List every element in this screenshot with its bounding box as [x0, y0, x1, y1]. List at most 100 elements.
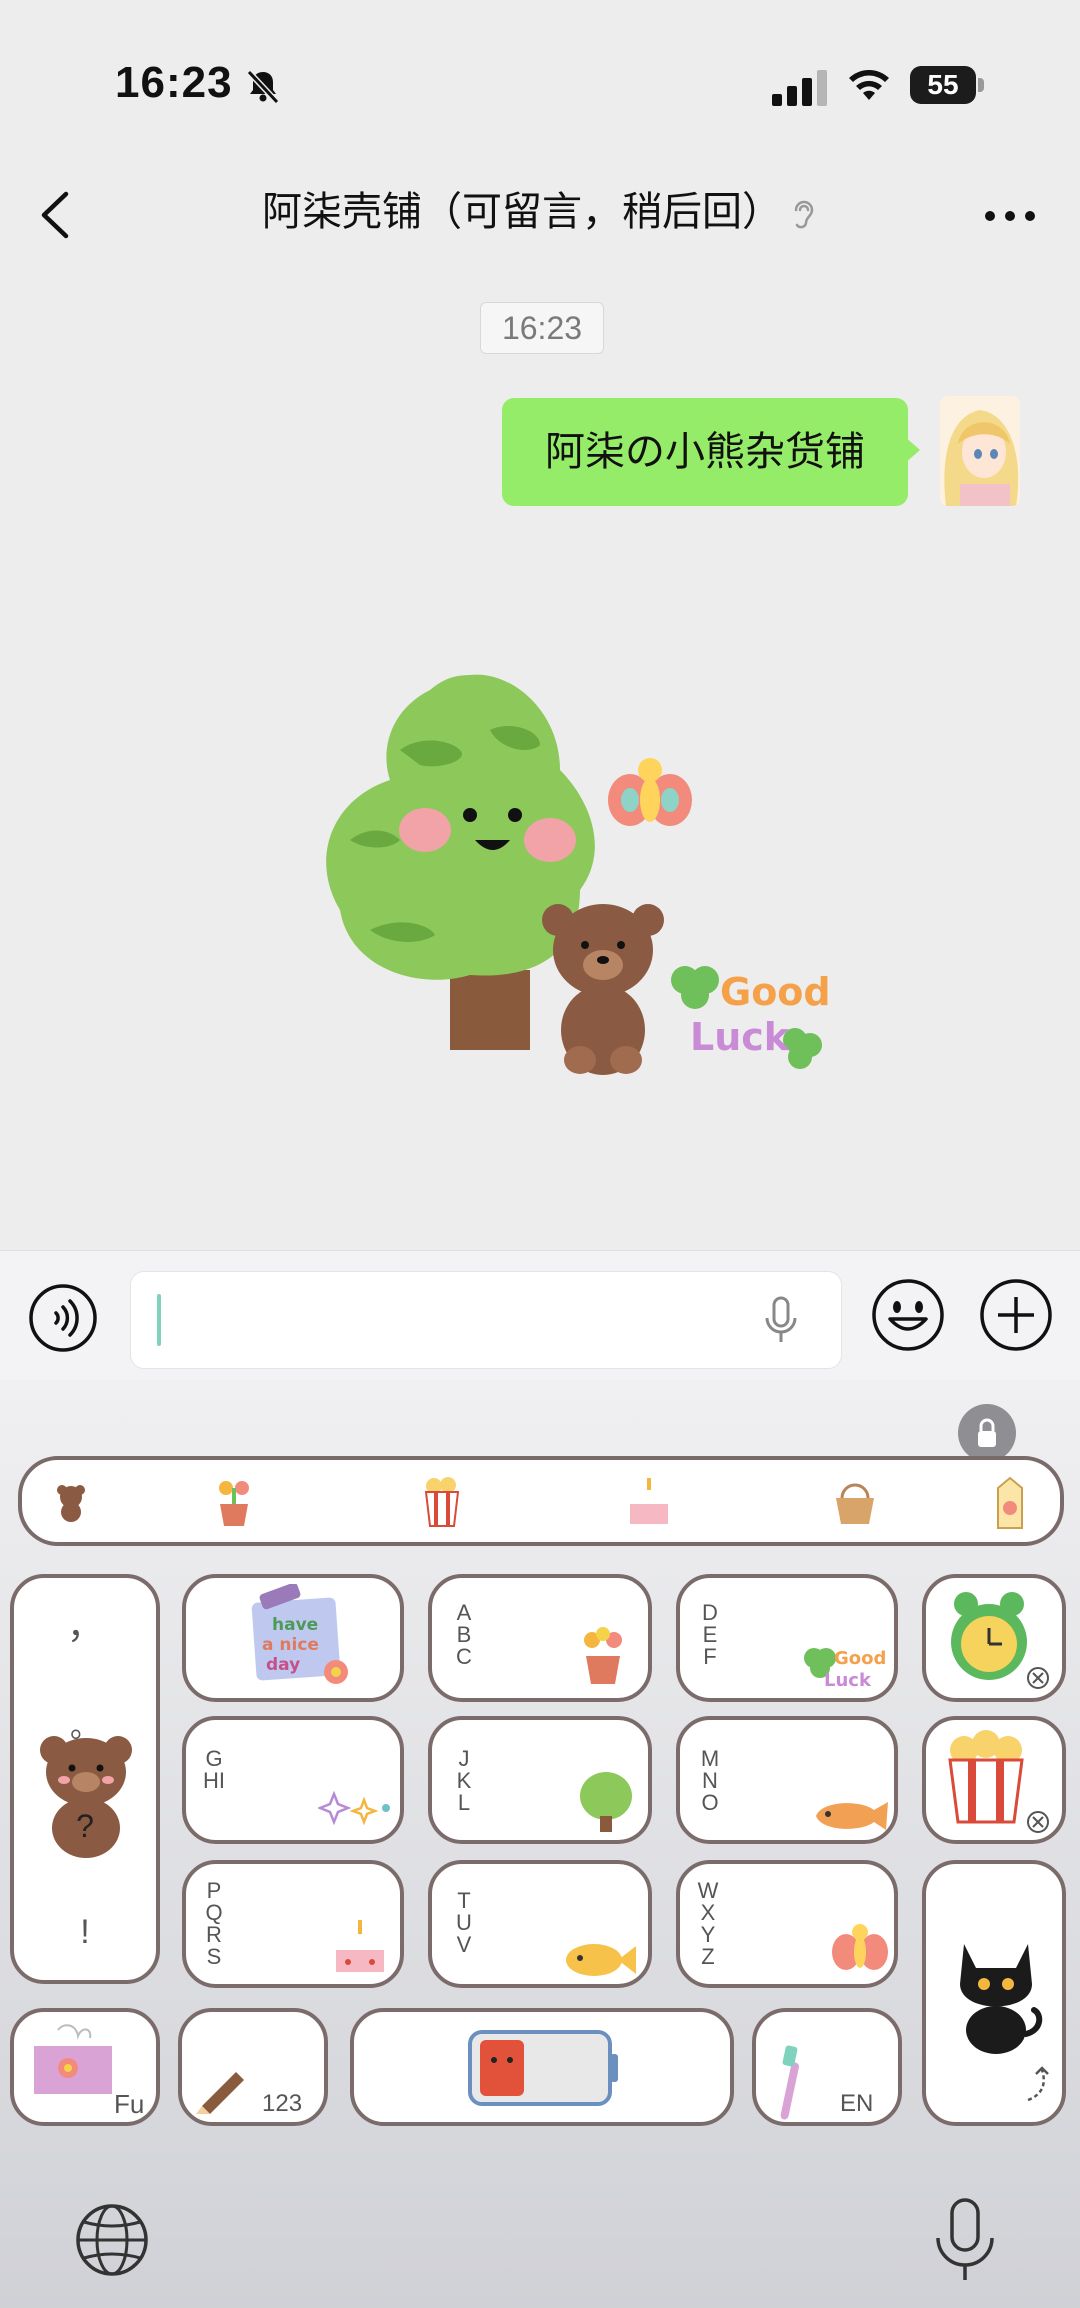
return-arrow-icon — [1027, 2066, 1049, 2102]
svg-text:Luck: Luck — [824, 1670, 872, 1691]
key-tuv[interactable]: TUV — [428, 1860, 652, 1988]
message-text: 阿柒の小熊杂货铺 — [545, 430, 865, 474]
pencil-icon — [196, 2072, 244, 2114]
key-en[interactable]: EN — [752, 2008, 902, 2126]
black-cat-icon — [960, 1944, 1043, 2054]
tissue-box-icon — [34, 2024, 112, 2094]
key-en-label: EN — [840, 2090, 874, 2117]
delete-icon — [1027, 1667, 1049, 1689]
frog-clock-icon — [951, 1592, 1027, 1680]
key-def-label: DEF — [702, 1600, 718, 1669]
butterfly-icon — [832, 1924, 888, 1970]
svg-text:a nice: a nice — [262, 1635, 319, 1655]
key-abc-label: ABC — [456, 1600, 472, 1669]
chat-title-text: 阿柒壳铺（可留言，稍后回） — [262, 190, 782, 234]
luck-text: Luck — [690, 1015, 790, 1059]
nav-bar: 阿柒壳铺（可留言，稍后回） — [0, 160, 1080, 270]
key-jkl-label: JKL — [456, 1746, 472, 1815]
taiyaki-icon — [816, 1802, 888, 1830]
chat-title[interactable]: 阿柒壳铺（可留言，稍后回） — [200, 182, 880, 242]
avatar[interactable] — [940, 396, 1020, 506]
toothbrush-icon — [780, 2045, 799, 2120]
lock-icon — [978, 1418, 996, 1447]
punct-exclaim: ! — [80, 1913, 90, 1951]
strip-cake-sticker[interactable] — [626, 1474, 672, 1528]
key-fu[interactable]: Fu — [10, 2008, 160, 2126]
keyboard-lock-button[interactable] — [958, 1404, 1016, 1462]
message-input[interactable] — [130, 1271, 842, 1369]
key-123-label: 123 — [262, 2090, 303, 2117]
key-pqrs[interactable]: PQRS — [182, 1860, 404, 1988]
plus-icon[interactable] — [978, 1277, 1054, 1353]
note-sticker-icon: have a nice day — [251, 1584, 348, 1684]
key-delete-popcorn[interactable] — [922, 1716, 1066, 1844]
battery-icon: 55 — [910, 66, 988, 106]
tree-icon — [580, 1772, 632, 1832]
key-mno[interactable]: MNO — [676, 1716, 898, 1844]
chevron-left-icon[interactable] — [36, 188, 76, 242]
strip-bear-sticker[interactable] — [56, 1482, 86, 1522]
message-bubble-text[interactable]: 阿柒の小熊杂货铺 — [502, 398, 908, 506]
key-wxyz-label: WXYZ — [697, 1878, 719, 1969]
punct-comma: ， — [66, 1605, 103, 1646]
key-enter-cat[interactable] — [922, 1860, 1066, 2126]
bubble-tail — [904, 436, 920, 464]
status-bar: 16:23 55 — [0, 0, 1080, 160]
sparkle-icon — [318, 1790, 390, 1826]
punctuation-key[interactable]: ， 。 ? ! — [10, 1574, 160, 1984]
space-key[interactable] — [350, 2008, 734, 2126]
signal-icon — [772, 70, 827, 106]
battery-sticker-icon — [468, 2030, 618, 2106]
battery-level: 55 — [927, 69, 959, 100]
key-ghi[interactable]: GHI — [182, 1716, 404, 1844]
sticker-suggestion-strip[interactable] — [18, 1456, 1064, 1546]
svg-text:day: day — [266, 1655, 300, 1675]
good-luck-icon: Good Luck — [804, 1648, 886, 1691]
message-timestamp: 16:23 — [480, 302, 604, 354]
chat-area[interactable]: 16:23 阿柒の小熊杂货铺 Good Luck — [0, 270, 1080, 1250]
strip-flower-pot-sticker[interactable] — [214, 1476, 254, 1528]
globe-icon[interactable] — [72, 2200, 152, 2280]
punct-question: ? — [76, 1808, 94, 1844]
key-mno-label: MNO — [700, 1746, 720, 1815]
key-delete-frog[interactable] — [922, 1574, 1066, 1702]
keyboard: ， 。 ? ! have a nice day ABC DEF Good Luc… — [0, 1380, 1080, 2308]
more-dots-icon[interactable] — [980, 206, 1040, 226]
bear — [542, 904, 664, 1075]
bell-muted-icon — [246, 69, 280, 105]
fish-icon — [566, 1944, 636, 1976]
good-text: Good — [720, 970, 831, 1014]
butterfly — [608, 758, 692, 826]
key-tuv-label: TUV — [456, 1888, 472, 1957]
tree-trunk — [450, 970, 530, 1050]
wifi-icon — [849, 70, 889, 100]
svg-text:have: have — [272, 1615, 318, 1635]
strip-basket-sticker[interactable] — [832, 1476, 878, 1528]
emoji-icon[interactable] — [870, 1277, 946, 1353]
sticker-good-luck-bear[interactable]: Good Luck — [310, 650, 840, 1090]
voice-toggle-icon[interactable] — [28, 1283, 98, 1353]
key-have-nice-day[interactable]: have a nice day — [182, 1574, 404, 1702]
key-pqrs-label: PQRS — [205, 1878, 223, 1969]
popcorn-icon — [948, 1730, 1024, 1824]
svg-text:Good: Good — [834, 1648, 886, 1669]
key-def[interactable]: DEF Good Luck — [676, 1574, 898, 1702]
key-wxyz[interactable]: WXYZ — [676, 1860, 898, 1988]
microphone-icon[interactable] — [761, 1294, 801, 1346]
flower-pot-icon — [584, 1627, 622, 1684]
dictation-mic-icon[interactable] — [930, 2194, 1000, 2284]
delete-icon — [1027, 1811, 1049, 1833]
input-bar — [0, 1250, 1080, 1381]
key-ghi-label: GHI — [203, 1746, 225, 1793]
key-abc[interactable]: ABC — [428, 1574, 652, 1702]
key-123[interactable]: 123 — [178, 2008, 328, 2126]
status-time: 16:23 — [115, 58, 233, 107]
battery-tip — [978, 78, 984, 92]
key-fu-label: Fu — [114, 2089, 145, 2119]
text-caret — [157, 1294, 161, 1346]
strip-juice-box-sticker[interactable] — [990, 1474, 1030, 1530]
cake-icon — [336, 1920, 384, 1972]
ear-icon — [794, 201, 814, 229]
strip-popcorn-sticker[interactable] — [422, 1476, 462, 1528]
key-jkl[interactable]: JKL — [428, 1716, 652, 1844]
